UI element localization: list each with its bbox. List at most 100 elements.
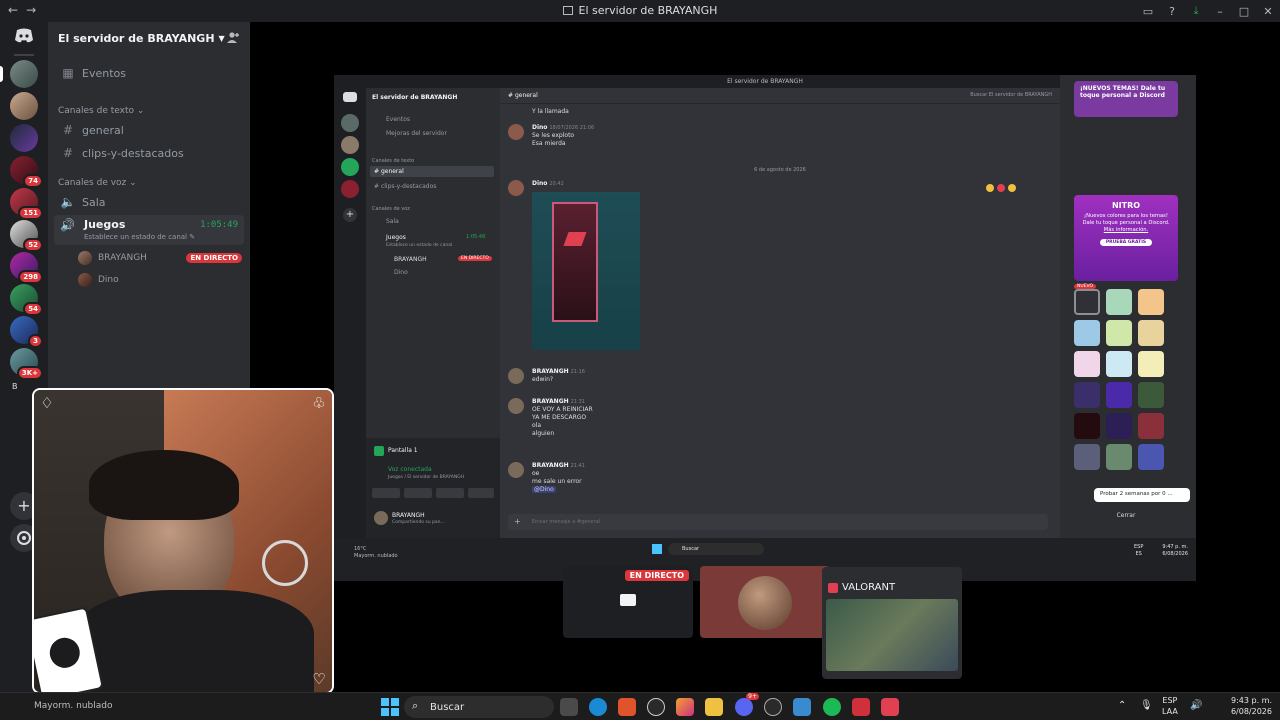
channel-label: clips-y-destacados xyxy=(82,146,184,160)
message-text: YA ME DESCARGO xyxy=(532,414,587,421)
valorant-activity-tile[interactable]: VALORANT xyxy=(822,567,962,679)
server-icon-8[interactable]: 54 xyxy=(10,284,43,316)
tray-chevron-icon[interactable]: ⌃ xyxy=(1118,700,1126,711)
server-icon-2[interactable] xyxy=(10,92,38,120)
events-link[interactable]: ▦ Eventos xyxy=(56,62,242,84)
time: 9:47 p. m. xyxy=(1162,544,1188,550)
message-text: edwin? xyxy=(532,376,554,383)
voice-channel-sala[interactable]: 🔈 Sala xyxy=(56,191,242,213)
unread-badge: 54 xyxy=(23,302,43,316)
text-category[interactable]: Canales de texto ⌄ xyxy=(58,106,144,116)
webcam-overlay: ♢ ♧ ♡ xyxy=(32,388,334,694)
voice-channel-label: Sala xyxy=(386,218,399,225)
lang2: ES xyxy=(1135,551,1142,557)
text-category-label: Canales de texto xyxy=(58,106,134,116)
try-nitro-label: Probar 2 semanas por 0 ... xyxy=(1094,488,1190,502)
theme-swatch xyxy=(1106,382,1132,408)
close-icon[interactable]: ✕ xyxy=(1256,5,1280,18)
unread-badge: 151 xyxy=(18,206,43,220)
taskbar-search[interactable]: ⌕ Buscar xyxy=(404,696,554,718)
voice-channel-juegos[interactable]: 🔊 Juegos 1:05:49 Establece un estado de … xyxy=(54,215,244,245)
server-icon-10[interactable]: 3K+ xyxy=(10,348,43,380)
voice-channel-label: Juegos xyxy=(84,218,126,231)
rail-selected-pill xyxy=(0,66,3,82)
message-text: OE VOY A REINICIAR xyxy=(532,406,593,413)
channel-clips[interactable]: # clips-y-destacados xyxy=(56,142,242,164)
voice-user-brayangh[interactable]: BRAYANGH EN DIRECTO xyxy=(78,249,242,267)
events-label: Eventos xyxy=(82,66,126,80)
author: Dino xyxy=(532,124,548,131)
lang2: LAA xyxy=(1162,707,1178,716)
author: BRAYANGH xyxy=(532,368,569,375)
voice-duration: 1:05:48 xyxy=(466,234,486,240)
app-icon[interactable] xyxy=(852,698,870,716)
inbox-icon[interactable]: ▭ xyxy=(1136,5,1160,18)
text-category: Canales de texto xyxy=(372,158,415,164)
server-icon-7[interactable]: 298 xyxy=(10,252,43,284)
server-icon-3[interactable] xyxy=(10,124,38,152)
app-icon[interactable] xyxy=(764,698,782,716)
shared-channel-sidebar: El servidor de BRAYANGH Eventos Mejoras … xyxy=(366,88,500,551)
channel-general[interactable]: # general xyxy=(56,119,242,141)
avatar xyxy=(374,511,388,525)
server-icon xyxy=(341,180,359,198)
hash-icon: # xyxy=(62,146,74,160)
theme-swatch xyxy=(1106,351,1132,377)
discord-taskbar-icon[interactable]: 9+ xyxy=(735,693,759,716)
edge-icon[interactable] xyxy=(589,698,607,716)
invite-people-icon[interactable] xyxy=(226,31,240,45)
server-folder[interactable]: B xyxy=(12,382,18,391)
screen-share-icon xyxy=(374,446,384,456)
channel-label: general xyxy=(82,123,124,137)
voice-channel-label: Juegos xyxy=(386,234,406,241)
server-header[interactable]: El servidor de BRAYANGH ▼ xyxy=(48,22,250,54)
minimize-icon[interactable]: – xyxy=(1208,5,1232,18)
chatgpt-icon[interactable] xyxy=(647,698,665,716)
diamond-suit-icon: ♢ xyxy=(40,394,54,412)
discord-home-button[interactable] xyxy=(10,24,38,48)
server-name: El servidor de BRAYANGH xyxy=(58,31,215,45)
shared-screen[interactable]: El servidor de BRAYANGH + El servidor de… xyxy=(334,75,1196,581)
avatar xyxy=(508,180,524,196)
hash-icon: # xyxy=(62,123,74,137)
nitro-brand: NITRO xyxy=(1111,201,1141,210)
participant-tile-dino[interactable] xyxy=(700,566,830,638)
file-explorer-icon[interactable] xyxy=(705,698,723,716)
avatar xyxy=(738,576,792,630)
server-icon-4[interactable]: 74 xyxy=(10,156,43,188)
theme-swatch xyxy=(1106,444,1132,470)
server-icon-1[interactable] xyxy=(10,60,38,88)
weather-desc: Mayorm. nublado xyxy=(354,553,398,559)
window-tools: ▭ ? ⤓ – □ ✕ xyxy=(1136,0,1280,22)
themes-promo: ¡NUEVOS TEMAS! Dale tu toque personal a … xyxy=(1074,81,1178,117)
theme-swatch xyxy=(1138,289,1164,315)
voice-user-dino[interactable]: Dino xyxy=(78,271,242,289)
message-text: oe xyxy=(532,470,540,477)
valorant-taskbar-icon[interactable] xyxy=(881,698,899,716)
volume-icon[interactable]: 🔊 xyxy=(1190,700,1202,711)
channel-status-hint[interactable]: Establece un estado de canal ✎ xyxy=(84,233,195,241)
message-text: alguien xyxy=(532,430,555,437)
app-icon[interactable] xyxy=(676,698,694,716)
message-text: Se les exploto xyxy=(532,132,575,139)
stream-thumbnail-screen[interactable]: EN DIRECTO xyxy=(563,566,693,638)
spotify-icon[interactable] xyxy=(823,698,841,716)
language-indicator[interactable]: ESP LAA xyxy=(1162,695,1178,717)
maximize-icon[interactable]: □ xyxy=(1232,5,1256,18)
person-hair xyxy=(89,450,239,520)
app-icon[interactable] xyxy=(793,698,811,716)
server-icon-9[interactable]: 3 xyxy=(10,316,43,348)
author: BRAYANGH xyxy=(532,398,569,405)
download-icon[interactable]: ⤓ xyxy=(1184,4,1208,18)
stream-stage: El servidor de BRAYANGH + El servidor de… xyxy=(250,22,1280,692)
taskbar-clock[interactable]: 9:43 p. m. 6/08/2026 xyxy=(1231,695,1272,717)
help-icon[interactable]: ? xyxy=(1160,5,1184,18)
brave-icon[interactable] xyxy=(618,698,636,716)
server-icon-6[interactable]: 52 xyxy=(10,220,43,252)
mic-icon[interactable]: 🎙 xyxy=(1140,700,1153,711)
task-view-icon[interactable] xyxy=(560,698,578,716)
windows-start-icon[interactable] xyxy=(381,698,399,716)
voice-category[interactable]: Canales de voz ⌄ xyxy=(58,178,137,188)
notification-badge: 9+ xyxy=(746,693,759,700)
server-icon-5[interactable]: 151 xyxy=(10,188,43,220)
